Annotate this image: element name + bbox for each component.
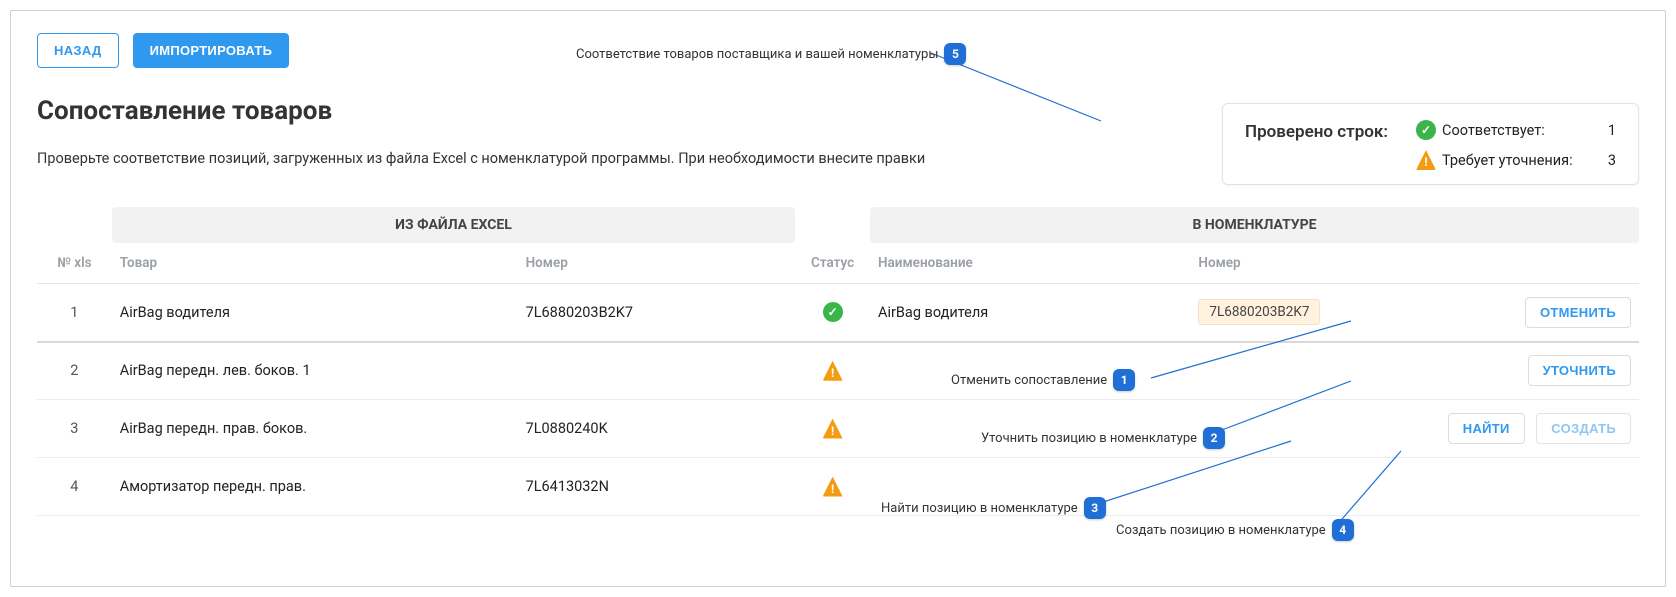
cell-product: AirBag передн. лев. боков. 1 [112,342,518,400]
back-button[interactable]: НАЗАД [37,33,119,68]
cell-product: Амортизатор передн. прав. [112,458,518,516]
warning-icon: ! [823,361,843,381]
col-product: Товар [112,243,518,284]
status-warn-count: 3 [1592,152,1616,169]
warning-icon: ! [1416,150,1436,170]
check-icon: ✓ [823,302,843,322]
group-header-excel: ИЗ ФАЙЛА EXCEL [112,207,796,243]
table-row: 3 AirBag передн. прав. боков. 7L0880240K… [37,400,1639,458]
number-chip: 7L6880203B2K7 [1198,299,1320,325]
status-ok-label: Соответствует: [1442,122,1592,139]
col-num: № xls [37,243,112,284]
cell-num: 1 [37,284,112,342]
mapping-table: ИЗ ФАЙЛА EXCEL В НОМЕНКЛАТУРЕ № xls Това… [37,207,1639,516]
cell-num: 3 [37,400,112,458]
warning-icon: ! [823,419,843,439]
clarify-button[interactable]: УТОЧНИТЬ [1528,355,1631,386]
create-button[interactable]: СОЗДАТЬ [1536,413,1631,444]
status-panel-label: Проверено строк: [1245,120,1388,142]
cell-product: AirBag передн. прав. боков. [112,400,518,458]
page-container: НАЗАД ИМПОРТИРОВАТЬ Сопоставление товаро… [10,10,1666,587]
group-header-nomen: В НОМЕНКЛАТУРЕ [870,207,1639,243]
import-button[interactable]: ИМПОРТИРОВАТЬ [133,33,290,68]
col-name: Наименование [870,243,1190,284]
table-row: 1 AirBag водителя 7L6880203B2K7 ✓ AirBag… [37,284,1639,342]
check-icon: ✓ [1416,120,1436,140]
table-row: 2 AirBag передн. лев. боков. 1 ! УТОЧНИТ… [37,342,1639,400]
status-warn-label: Требует уточнения: [1442,152,1592,169]
cancel-button[interactable]: ОТМЕНИТЬ [1525,297,1631,328]
col-number: Номер [518,243,796,284]
col-status: Статус [795,243,870,284]
cell-number: 7L6880203B2K7 [518,284,796,342]
cell-num: 2 [37,342,112,400]
status-warn-row: ! Требует уточнения: 3 [1416,150,1616,170]
warning-icon: ! [823,477,843,497]
table-row: 4 Амортизатор передн. прав. 7L6413032N ! [37,458,1639,516]
cell-nomen-name: AirBag водителя [870,284,1190,342]
find-button[interactable]: НАЙТИ [1448,413,1525,444]
cell-product: AirBag водителя [112,284,518,342]
status-ok-count: 1 [1592,122,1616,139]
cell-number: 7L6413032N [518,458,796,516]
status-ok-row: ✓ Соответствует: 1 [1416,120,1616,140]
status-panel: Проверено строк: ✓ Соответствует: 1 ! Тр… [1222,103,1639,185]
col-nomen-number: Номер [1190,243,1404,284]
cell-number [518,342,796,400]
annotation-4: Создать позицию в номенклатуре4 [1116,519,1354,541]
cell-number: 7L0880240K [518,400,796,458]
top-button-row: НАЗАД ИМПОРТИРОВАТЬ [37,33,1639,68]
cell-num: 4 [37,458,112,516]
